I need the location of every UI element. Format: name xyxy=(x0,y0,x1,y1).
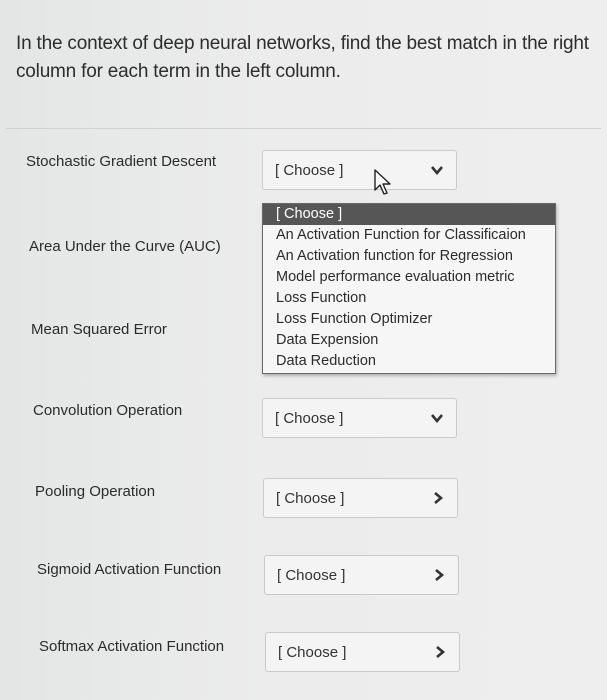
quiz-page: In the context of deep neural networks, … xyxy=(0,0,607,700)
match-select[interactable]: [ Choose ] xyxy=(263,478,458,518)
dropdown-option[interactable]: An Activation Function for Classificaion xyxy=(263,225,555,246)
term-label: Softmax Activation Function xyxy=(39,638,225,655)
chevron-down-icon xyxy=(434,492,444,504)
select-value: [ Choose ] xyxy=(277,567,346,584)
dropdown-option[interactable]: Loss Function Optimizer xyxy=(263,309,555,330)
select-value: [ Choose ] xyxy=(278,644,347,661)
select-value: [ Choose ] xyxy=(275,410,344,427)
term-label: Sigmoid Activation Function xyxy=(37,561,222,578)
term-label: Pooling Operation xyxy=(35,483,156,500)
term-label: Convolution Operation xyxy=(33,402,183,419)
select-value: [ Choose ] xyxy=(275,162,344,179)
term-label: Stochastic Gradient Descent xyxy=(26,153,217,170)
match-select[interactable]: [ Choose ] xyxy=(265,632,460,672)
match-row: Softmax Activation Function [ Choose ] xyxy=(0,0,607,672)
dropdown-option[interactable]: Data Reduction xyxy=(263,351,555,372)
match-select[interactable]: [ Choose ] xyxy=(262,398,457,438)
match-select[interactable]: [ Choose ] xyxy=(264,555,459,595)
dropdown-option[interactable]: [ Choose ] xyxy=(263,204,555,225)
dropdown-option[interactable]: Data Expension xyxy=(263,330,555,351)
chevron-down-icon xyxy=(431,166,443,176)
term-label: Mean Squared Error xyxy=(31,321,167,338)
dropdown-option[interactable]: Loss Function xyxy=(263,288,555,309)
select-value: [ Choose ] xyxy=(276,490,345,507)
match-select[interactable]: [ Choose ] xyxy=(262,150,457,190)
chevron-down-icon xyxy=(435,569,445,581)
mouse-pointer-icon xyxy=(374,169,391,195)
dropdown-option[interactable]: An Activation function for Regression xyxy=(263,246,555,267)
dropdown-listbox[interactable]: [ Choose ] An Activation Function for Cl… xyxy=(262,203,556,374)
dropdown-option[interactable]: Model performance evaluation metric xyxy=(263,267,555,288)
term-label: Area Under the Curve (AUC) xyxy=(29,238,221,255)
chevron-down-icon xyxy=(436,646,446,658)
chevron-down-icon xyxy=(431,414,443,424)
